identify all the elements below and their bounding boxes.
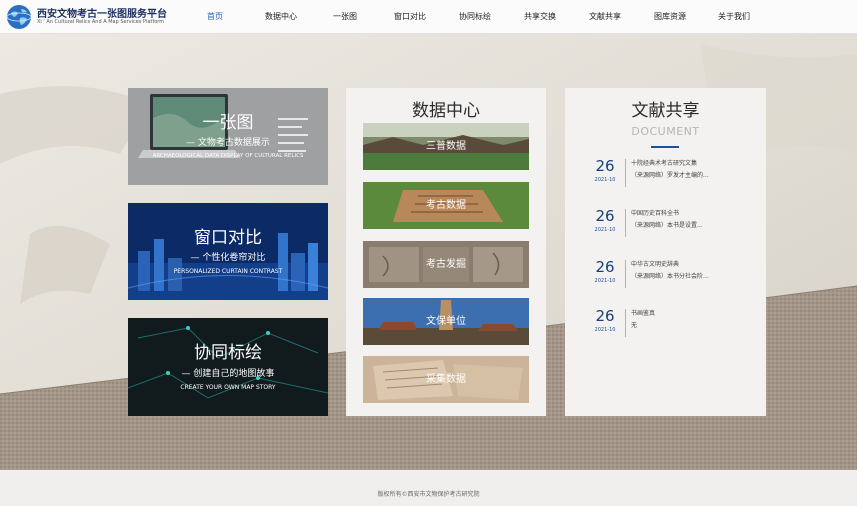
card-collab-plot-subtitle: — 创建自己的地图故事 xyxy=(181,369,275,379)
tile-excavation-label: 考古发掘 xyxy=(426,259,466,270)
document-date: 2021-10 xyxy=(594,278,616,284)
card-collab-plot-title: 协同标绘 xyxy=(194,343,262,363)
nav-about[interactable]: 关于我们 xyxy=(718,0,750,34)
nav-home[interactable]: 首页 xyxy=(207,0,223,34)
document-title: 中华古文明史辞典 xyxy=(631,261,680,268)
document-item[interactable]: 26 2021-10 书画鉴真 无 xyxy=(585,307,750,341)
nav-gallery[interactable]: 图库资源 xyxy=(654,0,686,34)
tile-collected-data-label: 采集数据 xyxy=(426,374,466,385)
documents-title: 文献共享 xyxy=(631,101,700,121)
card-window-compare-title: 窗口对比 xyxy=(194,228,262,248)
brand-subtitle: Xi ' An Cultural Relics And A Map Servic… xyxy=(37,19,165,25)
document-summary: （来源网络）本书是设置... xyxy=(631,222,703,229)
document-summary: （来源网络）罗发才主编的... xyxy=(631,172,709,179)
card-one-map-english: ARCHAEOLOGICAL DATA DISPLAY OF CULTURAL … xyxy=(152,153,304,159)
document-divider xyxy=(625,260,626,288)
tile-survey-data[interactable]: 三普数据 xyxy=(363,123,529,170)
card-collab-plot-english: CREATE YOUR OWN MAP STORY xyxy=(180,384,276,391)
documents-panel: 文献共享 DOCUMENT 26 2021-10 十院经典术考古研究文集 （来源… xyxy=(565,88,766,416)
document-day: 26 xyxy=(595,157,615,175)
tile-collected-data[interactable]: 采集数据 xyxy=(363,356,529,403)
top-header: 西安文物考古一张图服务平台 Xi ' An Cultural Relics An… xyxy=(0,0,857,34)
nav-collab-plot[interactable]: 协同标绘 xyxy=(459,0,491,34)
document-date: 2021-10 xyxy=(594,177,616,183)
data-center-panel: 数据中心 三普数据 考古数据 考古发掘 文保单位 采集数据 xyxy=(346,88,546,416)
tile-archaeology-data[interactable]: 考古数据 xyxy=(363,182,529,229)
card-window-compare-subtitle: — 个性化卷帘对比 xyxy=(190,253,266,263)
document-title: 书画鉴真 xyxy=(631,310,656,317)
document-summary: 无 xyxy=(631,322,638,329)
document-date: 2021-10 xyxy=(594,227,616,233)
tile-archaeology-data-label: 考古数据 xyxy=(426,200,466,211)
document-date: 2021-10 xyxy=(594,327,616,333)
tile-survey-data-label: 三普数据 xyxy=(426,141,466,152)
nav-window-compare[interactable]: 窗口对比 xyxy=(394,0,426,34)
document-title: 十院经典术考古研究文集 xyxy=(631,160,698,167)
card-one-map-title: 一张图 xyxy=(202,113,254,133)
tile-protected-units-label: 文保单位 xyxy=(426,316,466,327)
card-window-compare-english: PERSONALIZED CURTAIN CONTRAST xyxy=(173,268,283,275)
document-item[interactable]: 26 2021-10 中国历史百科全书 （来源网络）本书是设置... xyxy=(585,207,750,241)
document-summary: （来源网络）本书分社会阶... xyxy=(631,273,709,280)
documents-underline xyxy=(651,146,679,148)
document-item[interactable]: 26 2021-10 十院经典术考古研究文集 （来源网络）罗发才主编的... xyxy=(585,157,750,191)
document-item[interactable]: 26 2021-10 中华古文明史辞典 （来源网络）本书分社会阶... xyxy=(585,258,750,292)
document-divider xyxy=(625,309,626,337)
tile-excavation[interactable]: 考古发掘 xyxy=(363,241,529,288)
document-day: 26 xyxy=(595,207,615,225)
document-day: 26 xyxy=(595,258,615,276)
footer-copyright: 版权所有©西安市文物保护考古研究院 xyxy=(377,491,480,498)
tile-protected-units[interactable]: 文保单位 xyxy=(363,298,529,345)
card-one-map[interactable]: 一张图 — 文物考古数据展示 ARCHAEOLOGICAL DATA DISPL… xyxy=(128,88,328,185)
document-title: 中国历史百科全书 xyxy=(631,210,680,217)
globe-logo-icon[interactable] xyxy=(6,4,32,30)
nav-documents[interactable]: 文献共享 xyxy=(589,0,621,34)
card-window-compare[interactable]: 窗口对比 — 个性化卷帘对比 PERSONALIZED CURTAIN CONT… xyxy=(128,203,328,300)
nav-share-exchange[interactable]: 共享交换 xyxy=(524,0,556,34)
document-divider xyxy=(625,159,626,187)
card-collab-plot[interactable]: 协同标绘 — 创建自己的地图故事 CREATE YOUR OWN MAP STO… xyxy=(128,318,328,416)
nav-one-map[interactable]: 一张图 xyxy=(333,0,357,34)
nav-data-center[interactable]: 数据中心 xyxy=(265,0,297,34)
brand-title: 西安文物考古一张图服务平台 xyxy=(37,9,167,20)
document-day: 26 xyxy=(595,307,615,325)
card-one-map-subtitle: — 文物考古数据展示 xyxy=(186,138,270,148)
data-center-title: 数据中心 xyxy=(412,101,480,121)
document-divider xyxy=(625,209,626,237)
documents-subtitle: DOCUMENT xyxy=(631,125,700,138)
page-footer: 版权所有©西安市文物保护考古研究院 xyxy=(0,470,857,506)
